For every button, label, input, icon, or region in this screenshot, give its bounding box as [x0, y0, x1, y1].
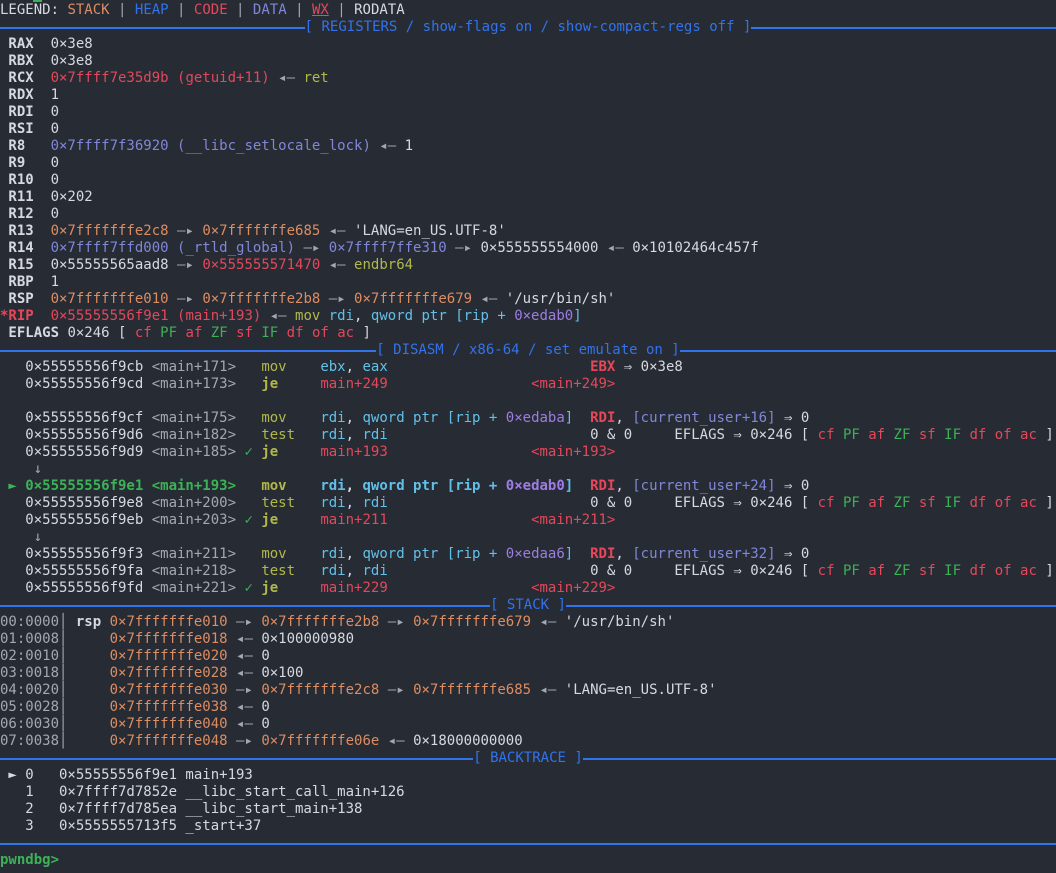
command-prompt-line[interactable]: pwndbg>: [0, 852, 1056, 869]
terminal-row: 0×55555556f9d6 <main+182> test rdi, rdi …: [0, 427, 1056, 444]
terminal-row: RBP 1: [0, 274, 1056, 291]
terminal-row: ► 0×55555556f9e1 <main+193> mov rdi, qwo…: [0, 478, 1056, 495]
terminal-row: RSP 0×7fffffffe010 —▸ 0×7fffffffe2b8 —▸ …: [0, 291, 1056, 308]
pwndbg-terminal: LEGEND: STACK | HEAP | CODE | DATA | WX …: [0, 0, 1056, 873]
terminal-row: LEGEND: STACK | HEAP | CODE | DATA | WX …: [0, 2, 1056, 19]
terminal-row: RDI 0: [0, 104, 1056, 121]
terminal-row: 0×55555556f9fd <main+221> ✓ je main+229 …: [0, 580, 1056, 597]
clipped-text-fragment: [33, 0, 42, 2]
disasm-panel: 0×55555556f9cb <main+171> mov ebx, eax E…: [0, 359, 1056, 597]
legend-line: LEGEND: STACK | HEAP | CODE | DATA | WX …: [0, 2, 1056, 19]
terminal-row: ↓: [0, 529, 1056, 546]
terminal-row: RSI 0: [0, 121, 1056, 138]
terminal-row: RCX 0×7ffff7e35d9b (getuid+11) ◂— ret: [0, 70, 1056, 87]
terminal-row: 0×55555556f9cf <main+175> mov rdi, qword…: [0, 410, 1056, 427]
section-rule: [0, 27, 305, 29]
section-rule: [583, 758, 1056, 760]
terminal-row: 04:0020│ 0×7fffffffe030 —▸ 0×7fffffffe2c…: [0, 682, 1056, 699]
terminal-row: ► 0 0×55555556f9e1 main+193: [0, 767, 1056, 784]
terminal-row: 0×55555556f9cd <main+173> je main+249 <m…: [0, 376, 1056, 393]
terminal-row: 0×55555556f9cb <main+171> mov ebx, eax E…: [0, 359, 1056, 376]
terminal-row: [0, 393, 1056, 410]
section-rule: [0, 758, 473, 760]
terminal-row: 0×55555556f9f3 <main+211> mov rdi, qword…: [0, 546, 1056, 563]
terminal-row: 05:0028│ 0×7fffffffe038 ◂— 0: [0, 699, 1056, 716]
terminal-row: ↓: [0, 461, 1056, 478]
registers-panel: RAX 0×3e8 RBX 0×3e8 RCX 0×7ffff7e35d9b (…: [0, 36, 1056, 342]
terminal-row: 06:0030│ 0×7fffffffe040 ◂— 0: [0, 716, 1056, 733]
section-rule: [751, 27, 1056, 29]
terminal-row: R8 0×7ffff7f36920 (__libc_setlocale_lock…: [0, 138, 1056, 155]
terminal-row: 07:0038│ 0×7fffffffe048 —▸ 0×7fffffffe06…: [0, 733, 1056, 750]
section-rule: [0, 350, 376, 352]
context-separator: [0, 835, 1056, 852]
terminal-row: EFLAGS 0×246 [ cf PF af ZF sf IF df of a…: [0, 325, 1056, 342]
terminal-row: 0×55555556f9e8 <main+200> test rdi, rdi …: [0, 495, 1056, 512]
terminal-row: 00:0000│ rsp 0×7fffffffe010 —▸ 0×7ffffff…: [0, 614, 1056, 631]
terminal-row: R14 0×7ffff7ffd000 (_rtld_global) —▸ 0×7…: [0, 240, 1056, 257]
terminal-row: RBX 0×3e8: [0, 53, 1056, 70]
terminal-row: 2 0×7ffff7d785ea __libc_start_main+138: [0, 801, 1056, 818]
terminal-row: 3 0×5555555713f5 _start+37: [0, 818, 1056, 835]
section-rule: [0, 843, 1056, 845]
backtrace-section-title: [ BACKTRACE ]: [473, 750, 583, 767]
section-rule: [680, 350, 1056, 352]
terminal-row: 01:0008│ 0×7fffffffe018 ◂— 0×100000980: [0, 631, 1056, 648]
terminal-row: R12 0: [0, 206, 1056, 223]
backtrace-panel: ► 0 0×55555556f9e1 main+193 1 0×7ffff7d7…: [0, 767, 1056, 835]
terminal-row: RDX 1: [0, 87, 1056, 104]
terminal-row: RAX 0×3e8: [0, 36, 1056, 53]
terminal-row: *RIP 0×55555556f9e1 (main+193) ◂— mov rd…: [0, 308, 1056, 325]
stack-section-header: [ STACK ]: [0, 597, 1056, 614]
terminal-row: R15 0×55555565aad8 —▸ 0×555555571470 ◂— …: [0, 257, 1056, 274]
registers-section-header: [ REGISTERS / show-flags on / show-compa…: [0, 19, 1056, 36]
backtrace-section-header: [ BACKTRACE ]: [0, 750, 1056, 767]
stack-section-title: [ STACK ]: [490, 597, 566, 614]
terminal-row: 0×55555556f9fa <main+218> test rdi, rdi …: [0, 563, 1056, 580]
terminal-row: R11 0×202: [0, 189, 1056, 206]
terminal-row: 0×55555556f9d9 <main+185> ✓ je main+193 …: [0, 444, 1056, 461]
section-rule: [566, 605, 1056, 607]
stack-panel: 00:0000│ rsp 0×7fffffffe010 —▸ 0×7ffffff…: [0, 614, 1056, 750]
terminal-row[interactable]: pwndbg>: [0, 852, 1056, 869]
terminal-row: 1 0×7ffff7d7852e __libc_start_call_main+…: [0, 784, 1056, 801]
terminal-row: 02:0010│ 0×7fffffffe020 ◂— 0: [0, 648, 1056, 665]
terminal-row: R13 0×7fffffffe2c8 —▸ 0×7fffffffe685 ◂— …: [0, 223, 1056, 240]
disasm-section-header: [ DISASM / x86-64 / set emulate on ]: [0, 342, 1056, 359]
disasm-section-title: [ DISASM / x86-64 / set emulate on ]: [376, 342, 679, 359]
terminal-row: 0×55555556f9eb <main+203> ✓ je main+211 …: [0, 512, 1056, 529]
terminal-row: R10 0: [0, 172, 1056, 189]
terminal-row: 03:0018│ 0×7fffffffe028 ◂— 0×100: [0, 665, 1056, 682]
registers-section-title: [ REGISTERS / show-flags on / show-compa…: [305, 19, 752, 36]
section-rule: [0, 605, 490, 607]
terminal-row: R9 0: [0, 155, 1056, 172]
